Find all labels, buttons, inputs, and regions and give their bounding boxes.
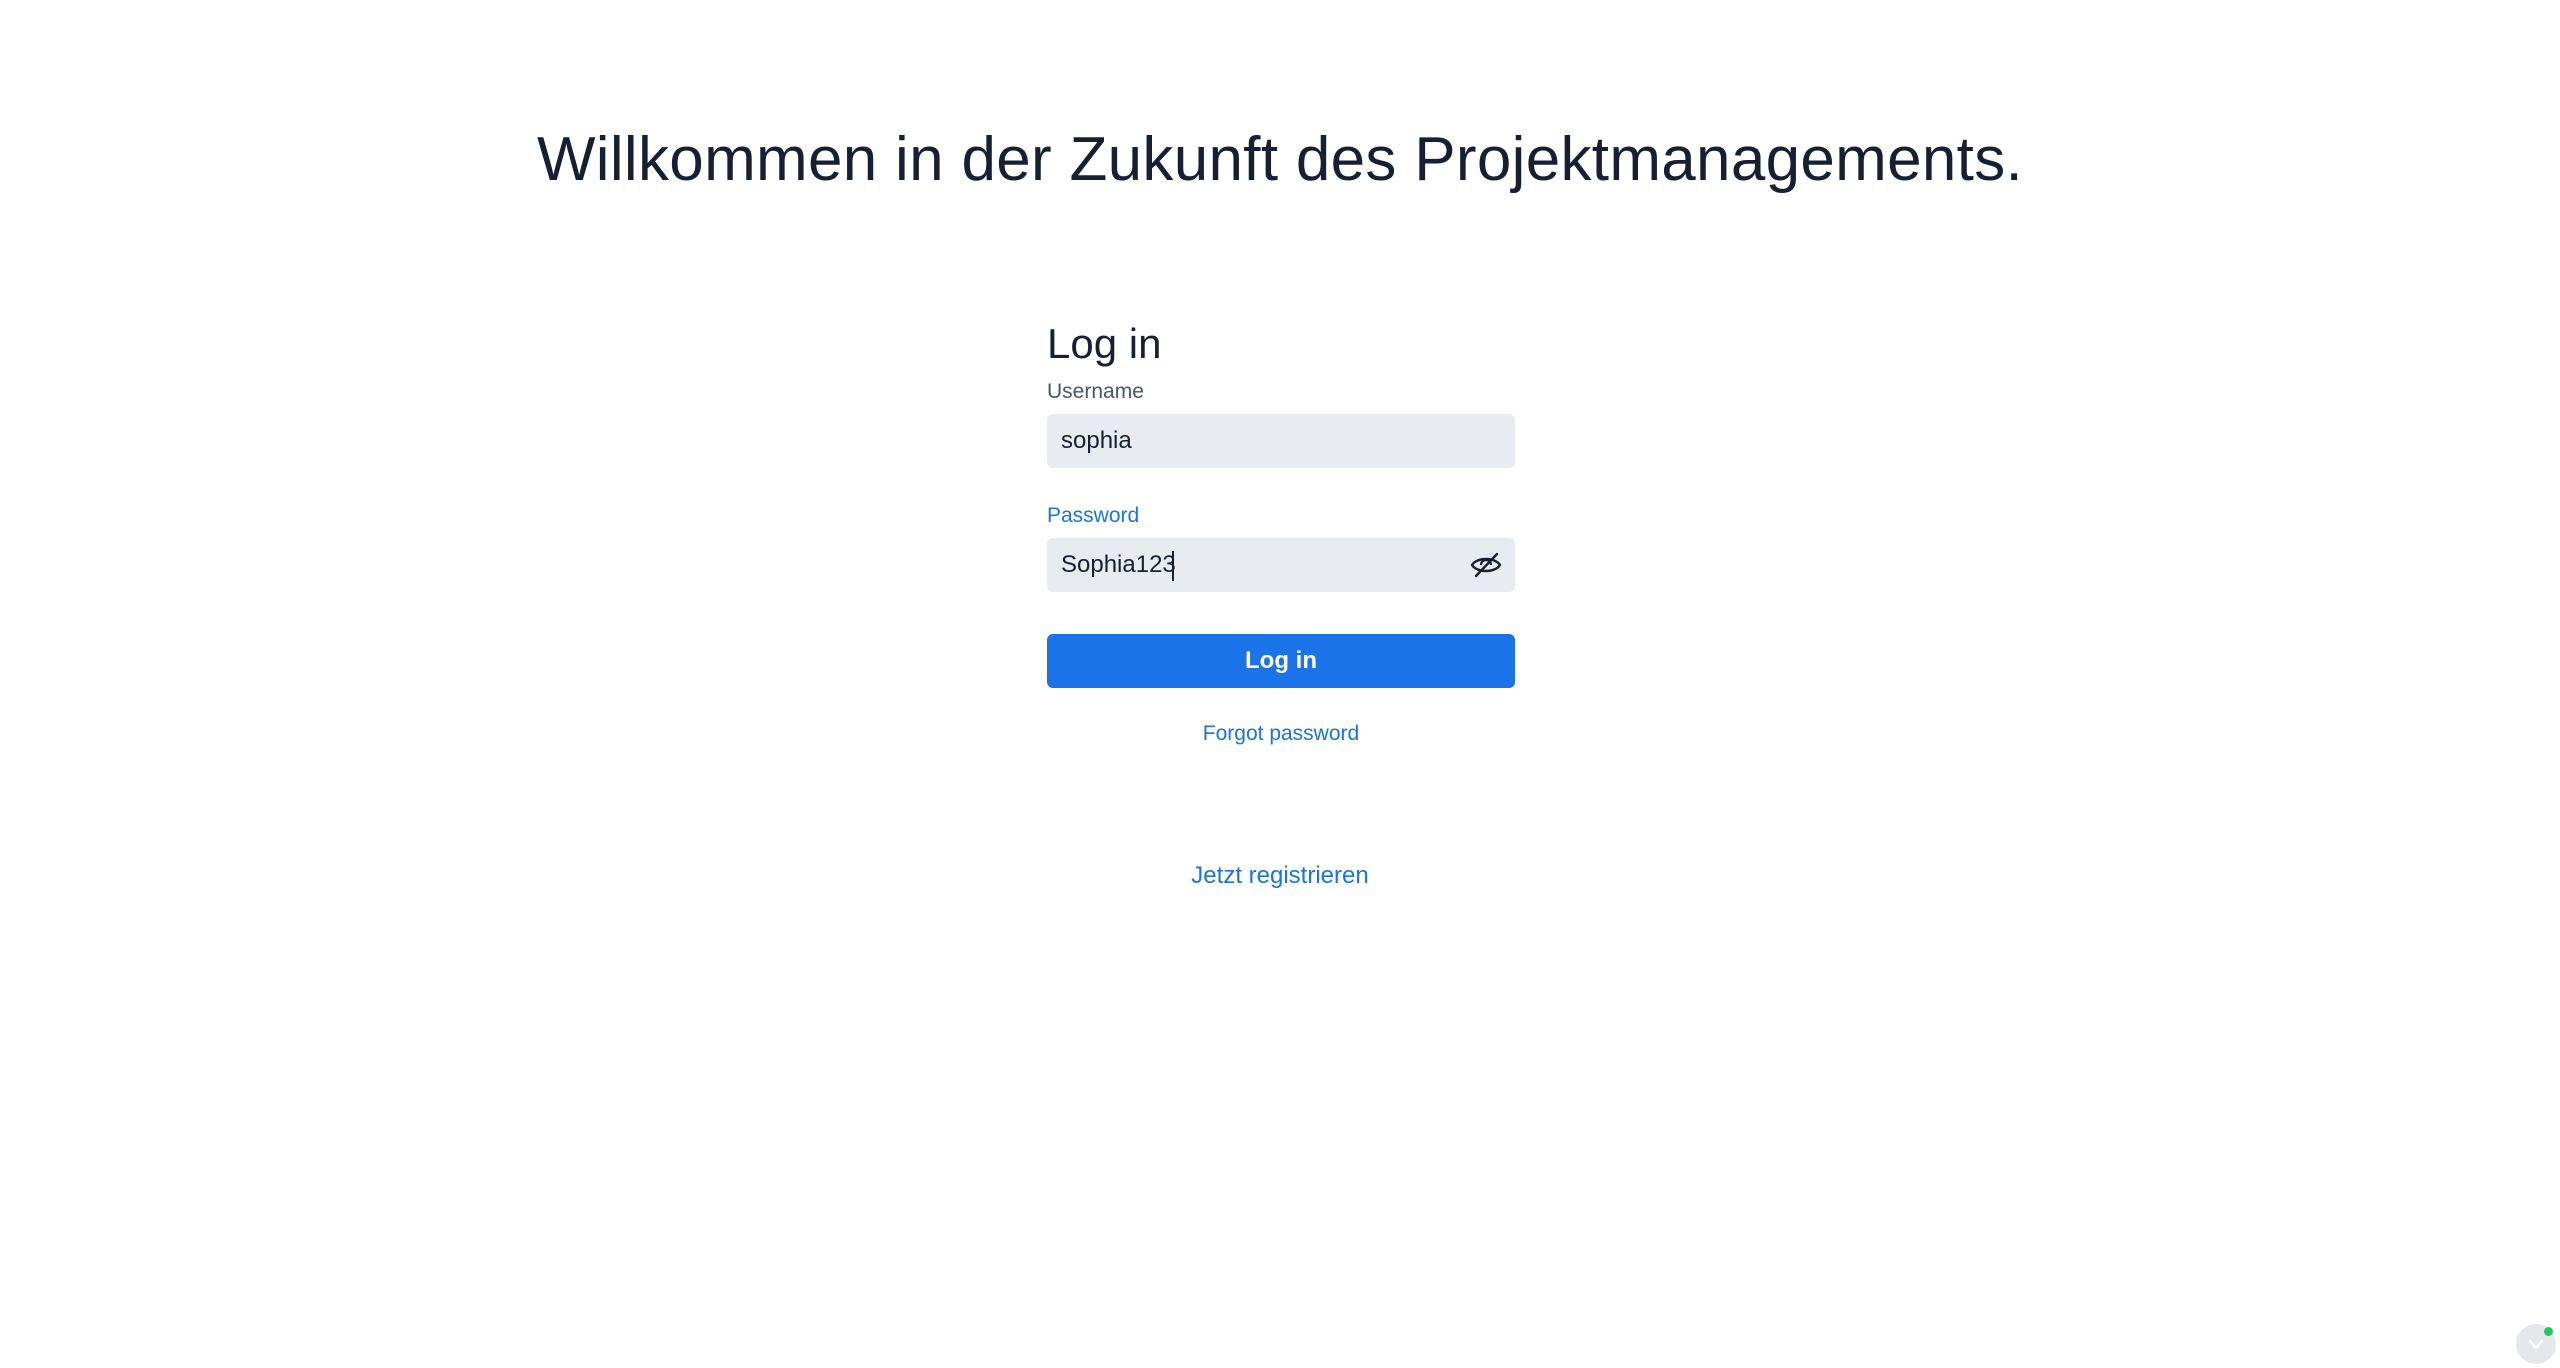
status-dot: [2544, 1327, 2553, 1336]
forgot-password-link[interactable]: Forgot password: [1047, 720, 1515, 748]
eye-slash-icon[interactable]: [1469, 549, 1503, 581]
register-link[interactable]: Jetzt registrieren: [1191, 862, 1368, 889]
username-input[interactable]: [1047, 414, 1515, 468]
welcome-headline: Willkommen in der Zukunft des Projektman…: [536, 125, 2024, 194]
login-form: Log in Username Password Log in Forgot p…: [1047, 316, 1515, 748]
text-caret: [1172, 551, 1174, 581]
username-field-wrapper: [1047, 414, 1515, 468]
login-page: Willkommen in der Zukunft des Projektman…: [0, 0, 2560, 1368]
login-button[interactable]: Log in: [1047, 634, 1515, 688]
chevron-down-circle-icon[interactable]: [2516, 1324, 2556, 1364]
register-row: Jetzt registrieren: [0, 860, 2560, 892]
password-field-wrapper: [1047, 538, 1515, 592]
password-label: Password: [1047, 504, 1140, 527]
password-input[interactable]: [1047, 538, 1515, 592]
username-label: Username: [1047, 380, 1144, 403]
login-title: Log in: [1047, 320, 1162, 367]
